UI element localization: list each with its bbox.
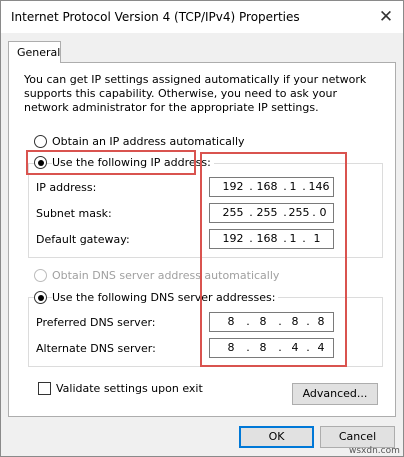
watermark: wsxdn.com [349,446,400,456]
highlight-box-values [200,152,347,367]
default-gateway-label: Default gateway: [36,233,130,246]
close-icon[interactable]: ✕ [371,5,401,29]
subnet-mask-label: Subnet mask: [36,207,112,220]
preferred-dns-label: Preferred DNS server: [36,316,156,329]
alternate-dns-label: Alternate DNS server: [36,342,156,355]
obtain-dns-auto-radio[interactable] [34,269,47,282]
advanced-button[interactable]: Advanced... [292,383,378,405]
obtain-ip-auto-label[interactable]: Obtain an IP address automatically [52,135,245,148]
window-title: Internet Protocol Version 4 (TCP/IPv4) P… [11,10,300,24]
intro-text: You can get IP settings assigned automat… [24,73,367,114]
tab-general-label: General [17,46,61,59]
highlight-box-ip-mode [26,150,196,175]
validate-label[interactable]: Validate settings upon exit [56,382,203,395]
validate-checkbox[interactable] [38,382,51,395]
ok-button[interactable]: OK [239,426,314,448]
cancel-button[interactable]: Cancel [320,426,395,448]
dialog-window: Internet Protocol Version 4 (TCP/IPv4) P… [0,0,404,457]
obtain-ip-auto-radio[interactable] [34,135,47,148]
ip-address-label: IP address: [36,181,97,194]
use-following-dns-radio[interactable] [34,291,47,304]
title-bar: Internet Protocol Version 4 (TCP/IPv4) P… [1,1,403,33]
tab-general[interactable]: General [8,41,61,63]
